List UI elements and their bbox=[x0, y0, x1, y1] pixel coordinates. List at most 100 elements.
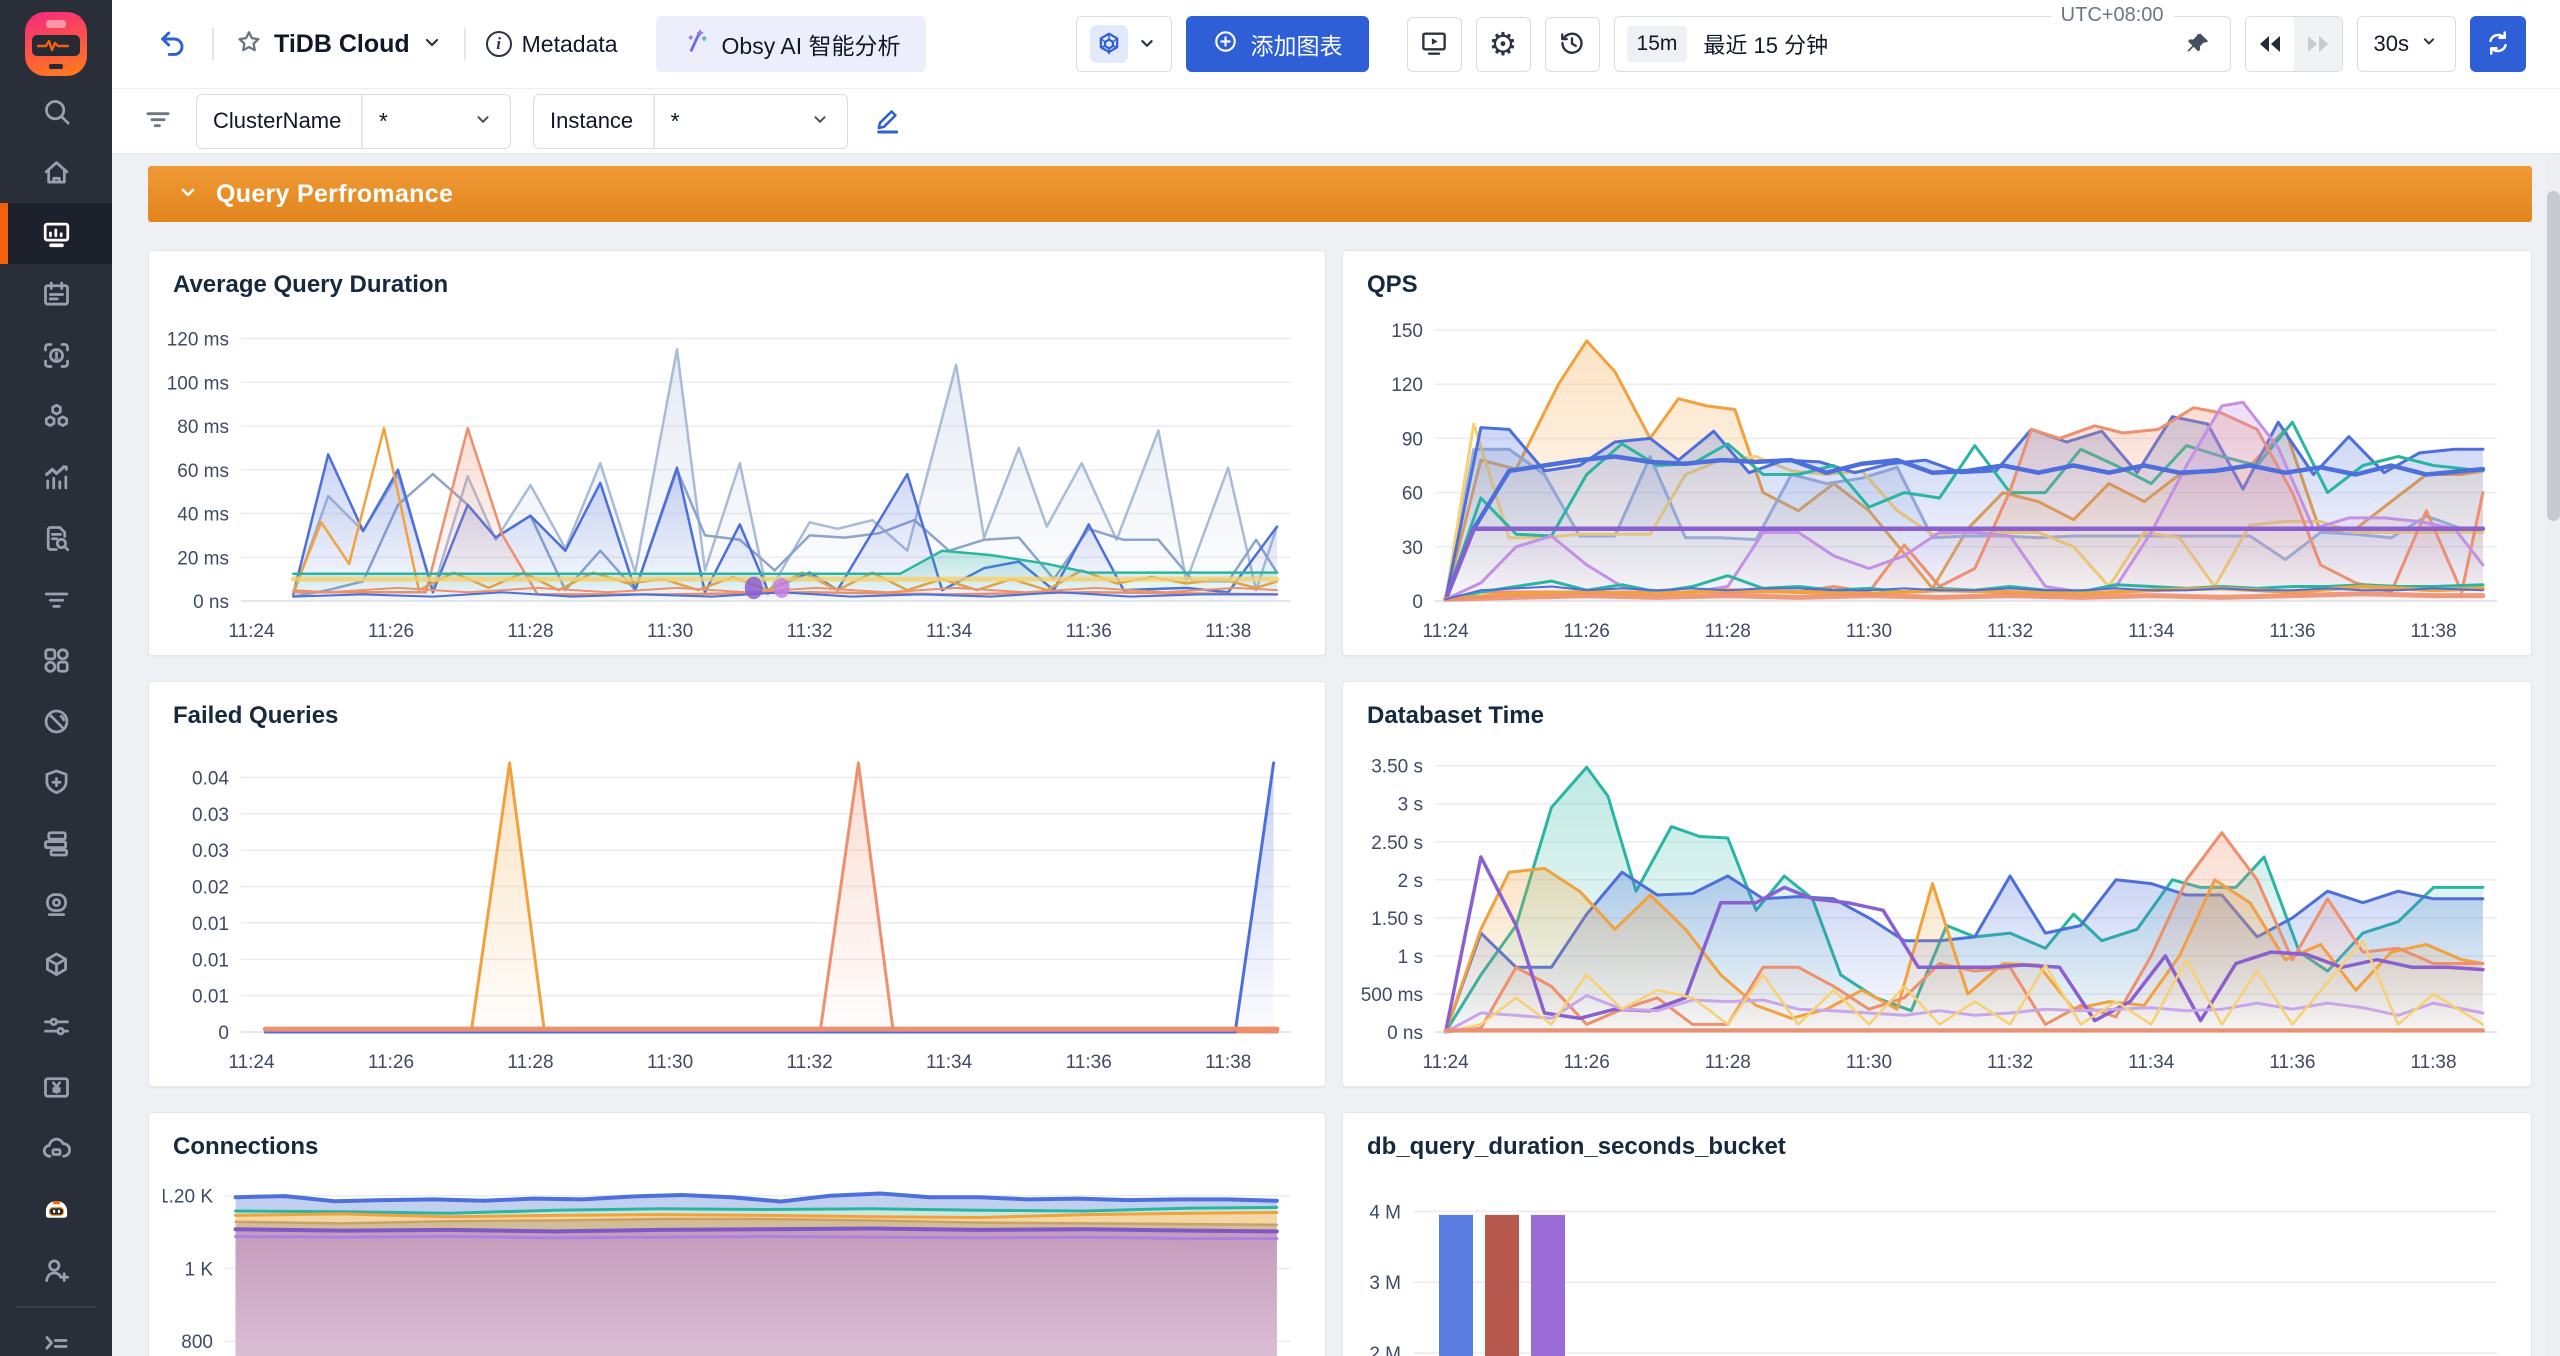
svg-text:11:36: 11:36 bbox=[2269, 1052, 2315, 1073]
pencil-icon bbox=[872, 104, 904, 139]
sidebar-item-billing[interactable] bbox=[0, 1057, 112, 1118]
sidebar-item-metrics[interactable] bbox=[0, 447, 112, 508]
time-shift-group bbox=[2245, 16, 2343, 72]
app-logo[interactable] bbox=[25, 12, 87, 76]
ai-analysis-button[interactable]: Obsy AI 智能分析 bbox=[656, 16, 927, 72]
resource-selector[interactable] bbox=[1076, 16, 1172, 72]
svg-text:0 ns: 0 ns bbox=[1387, 1023, 1423, 1044]
svg-text:11:26: 11:26 bbox=[368, 1052, 414, 1073]
svg-text:11:34: 11:34 bbox=[926, 621, 973, 642]
section-header-query-performance[interactable]: Query Perfromance bbox=[148, 166, 2532, 222]
refresh-button[interactable] bbox=[2470, 16, 2526, 72]
workspace-switcher[interactable]: TiDB Cloud bbox=[234, 27, 444, 62]
panel-database-time[interactable]: Databaset Time 0 ns500 ms1 s1.50 s2 s2.5… bbox=[1342, 681, 2532, 1087]
panel-title: Failed Queries bbox=[173, 702, 1311, 730]
filter-icon bbox=[40, 583, 73, 616]
divider bbox=[361, 94, 363, 148]
sidebar-item-dashboards[interactable] bbox=[0, 203, 112, 264]
panel-connections[interactable]: Connections 6008001 K1.20 K bbox=[148, 1112, 1326, 1356]
pin-icon[interactable] bbox=[2184, 30, 2212, 58]
sidebar-item-disable-view[interactable] bbox=[0, 691, 112, 752]
presentation-mode-button[interactable] bbox=[1407, 17, 1462, 72]
filter-icon bbox=[142, 103, 174, 140]
edit-filters-button[interactable] bbox=[870, 102, 906, 141]
shield-plus-icon bbox=[40, 766, 73, 799]
svg-text:11:36: 11:36 bbox=[1066, 621, 1112, 642]
metadata-link[interactable]: i Metadata bbox=[486, 31, 618, 58]
svg-text:20 ms: 20 ms bbox=[177, 548, 229, 569]
divider bbox=[212, 28, 214, 60]
svg-text:11:28: 11:28 bbox=[1705, 621, 1751, 642]
cube-icon bbox=[1090, 25, 1128, 63]
panel-db-query-duration-bucket[interactable]: db_query_duration_seconds_bucket 2 M3 M4… bbox=[1342, 1112, 2532, 1356]
sidebar-item-cloud-session[interactable] bbox=[0, 1118, 112, 1179]
sidebar-item-shield-plus[interactable] bbox=[0, 752, 112, 813]
cloud-session-icon bbox=[40, 1132, 73, 1165]
svg-text:4 M: 4 M bbox=[1369, 1202, 1401, 1223]
svg-text:1.20 K: 1.20 K bbox=[163, 1187, 213, 1208]
vertical-scrollbar[interactable] bbox=[2547, 155, 2560, 1356]
sidebar-item-print-jobs[interactable] bbox=[0, 813, 112, 874]
svg-text:60 ms: 60 ms bbox=[177, 461, 229, 482]
refresh-interval-value: 30s bbox=[2374, 31, 2409, 57]
package-icon bbox=[40, 949, 73, 982]
svg-text:120 ms: 120 ms bbox=[167, 330, 229, 351]
sidebar-item-apps[interactable] bbox=[0, 630, 112, 691]
svg-text:11:32: 11:32 bbox=[787, 621, 833, 642]
time-back-button[interactable] bbox=[2246, 17, 2294, 71]
topbar: TiDB Cloud i Metadata Obsy AI 智能分析 bbox=[112, 0, 2560, 88]
sidebar-item-camera[interactable] bbox=[0, 874, 112, 935]
history-button[interactable] bbox=[1545, 17, 1600, 72]
billing-icon bbox=[40, 1071, 73, 1104]
svg-text:0.01: 0.01 bbox=[192, 950, 229, 971]
settings-button[interactable]: ⚙ bbox=[1476, 17, 1531, 72]
qps-chart: 030609012015011:2411:2611:2811:3011:3211… bbox=[1357, 307, 2517, 647]
gear-icon: ⚙ bbox=[1489, 28, 1518, 60]
scrollbar-thumb[interactable] bbox=[2547, 191, 2560, 521]
section-title: Query Perfromance bbox=[216, 180, 453, 209]
refresh-interval-select[interactable]: 30s bbox=[2357, 16, 2456, 72]
sidebar-item-tuning[interactable] bbox=[0, 996, 112, 1057]
svg-text:0.03: 0.03 bbox=[192, 841, 229, 862]
divider bbox=[464, 28, 466, 60]
sidebar-item-home[interactable] bbox=[0, 142, 112, 203]
panel-average-query-duration[interactable]: Average Query Duration 0 ns20 ms40 ms60 … bbox=[148, 250, 1326, 656]
sidebar-item-filter[interactable] bbox=[0, 569, 112, 630]
history-clock-icon bbox=[1557, 28, 1587, 61]
chevron-down-icon bbox=[420, 30, 444, 59]
add-chart-label: 添加图表 bbox=[1251, 27, 1343, 61]
sidebar-item-ai-robot[interactable] bbox=[0, 1179, 112, 1240]
sidebar-item-invite-user[interactable] bbox=[0, 1240, 112, 1301]
undo-icon bbox=[156, 27, 188, 62]
time-range-control[interactable]: UTC+08:00 15m 最近 15 分钟 bbox=[1614, 16, 2231, 72]
cluster-name-select[interactable]: ClusterName * bbox=[196, 94, 511, 149]
search-icon bbox=[40, 95, 73, 128]
back-button[interactable] bbox=[152, 23, 192, 66]
instance-select[interactable]: Instance * bbox=[533, 94, 848, 149]
panel-title: Connections bbox=[173, 1133, 1311, 1161]
sidebar-nav bbox=[0, 81, 112, 1356]
sidebar-item-log-search[interactable] bbox=[0, 508, 112, 569]
panel-failed-queries[interactable]: Failed Queries 00.010.010.010.020.030.03… bbox=[148, 681, 1326, 1087]
refresh-icon bbox=[2483, 28, 2513, 61]
sidebar-item-schedule[interactable] bbox=[0, 264, 112, 325]
workspace-title: TiDB Cloud bbox=[274, 30, 410, 59]
timezone-label: UTC+08:00 bbox=[2051, 4, 2174, 27]
schedule-icon bbox=[40, 278, 73, 311]
sidebar-item-search[interactable] bbox=[0, 81, 112, 142]
sidebar-item-clusters[interactable] bbox=[0, 386, 112, 447]
svg-text:30: 30 bbox=[1402, 538, 1423, 559]
sidebar-item-package[interactable] bbox=[0, 935, 112, 996]
svg-text:11:28: 11:28 bbox=[507, 1052, 553, 1073]
panel-qps[interactable]: QPS 030609012015011:2411:2611:2811:3011:… bbox=[1342, 250, 2532, 656]
sidebar-item-console[interactable] bbox=[0, 1313, 112, 1356]
svg-text:150: 150 bbox=[1391, 321, 1423, 342]
database-time-chart: 0 ns500 ms1 s1.50 s2 s2.50 s3 s3.50 s11:… bbox=[1357, 738, 2517, 1078]
svg-text:11:38: 11:38 bbox=[2410, 621, 2456, 642]
db-query-duration-bucket-chart: 2 M3 M4 M bbox=[1357, 1169, 2517, 1356]
add-chart-button[interactable]: 添加图表 bbox=[1186, 16, 1369, 72]
svg-text:11:30: 11:30 bbox=[647, 1052, 693, 1073]
time-forward-button[interactable] bbox=[2294, 17, 2342, 71]
sidebar-item-scan-alert[interactable] bbox=[0, 325, 112, 386]
svg-text:11:26: 11:26 bbox=[368, 621, 414, 642]
